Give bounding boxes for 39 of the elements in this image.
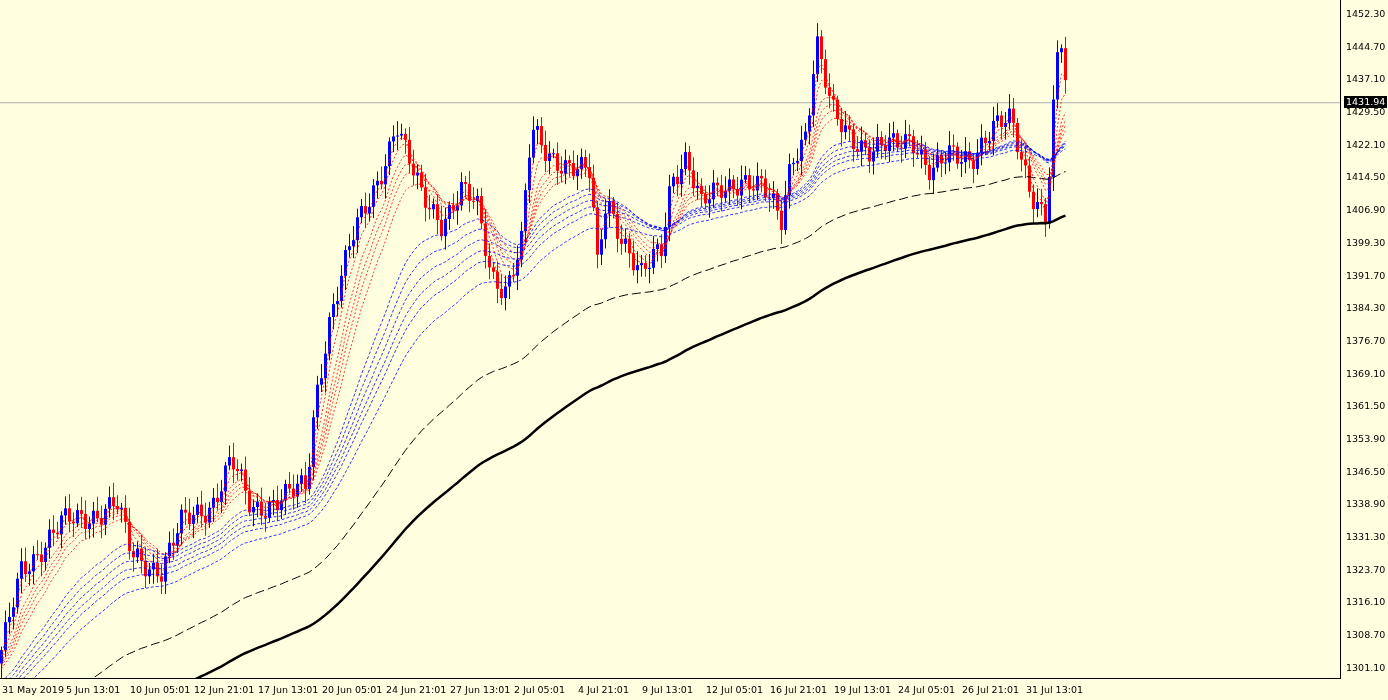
time-label: 24 Jun 21:01: [386, 683, 448, 695]
current-price-label: 1431.94: [1344, 96, 1388, 108]
time-label: 2 Jul 05:01: [514, 683, 566, 695]
price-label: 1444.70: [1346, 40, 1387, 53]
time-label: 5 Jun 13:01: [66, 683, 122, 695]
price-label: 1376.70: [1346, 334, 1387, 347]
price-label: 1331.30: [1346, 531, 1387, 543]
time-label: 9 Jul 13:01: [642, 683, 694, 695]
time-label: 12 Jun 21:01: [194, 683, 256, 695]
price-label: 1323.70: [1346, 563, 1387, 576]
price-label: 1414.50: [1346, 171, 1387, 184]
time-label: 17 Jun 13:01: [258, 683, 320, 695]
price-label: 1429.50: [1346, 106, 1387, 119]
price-label: 1384.30: [1346, 302, 1387, 315]
time-label: 4 Jul 21:01: [578, 683, 630, 695]
price-label: 1353.90: [1346, 432, 1387, 445]
price-label: 1369.10: [1346, 367, 1387, 380]
price-label: 1301.10: [1346, 661, 1387, 674]
time-label: 31 Jul 13:01: [1026, 683, 1084, 695]
price-label: 1361.50: [1346, 400, 1387, 413]
time-label: 31 May 2019: [2, 683, 65, 695]
price-label: 1452.30: [1346, 8, 1387, 20]
price-label: 1422.10: [1346, 138, 1387, 151]
time-label: 26 Jul 21:01: [962, 683, 1020, 695]
time-label: 19 Jul 13:01: [834, 683, 892, 695]
price-label: 1316.10: [1346, 596, 1387, 609]
price-label: 1308.70: [1346, 629, 1387, 642]
price-label: 1391.70: [1346, 269, 1387, 282]
time-label: 20 Jun 05:01: [322, 683, 384, 695]
price-label: 1437.10: [1346, 73, 1387, 86]
time-label: 27 Jun 13:01: [450, 683, 512, 695]
time-label: 24 Jul 05:01: [898, 683, 956, 695]
time-label: 16 Jul 21:01: [770, 683, 828, 695]
time-label: 12 Jul 05:01: [706, 683, 764, 695]
price-label: 1406.90: [1346, 204, 1387, 217]
time-label: 10 Jun 05:01: [130, 683, 192, 695]
price-label: 1338.90: [1346, 498, 1387, 511]
price-label: 1346.50: [1346, 465, 1387, 478]
price-label: 1399.30: [1346, 236, 1387, 249]
